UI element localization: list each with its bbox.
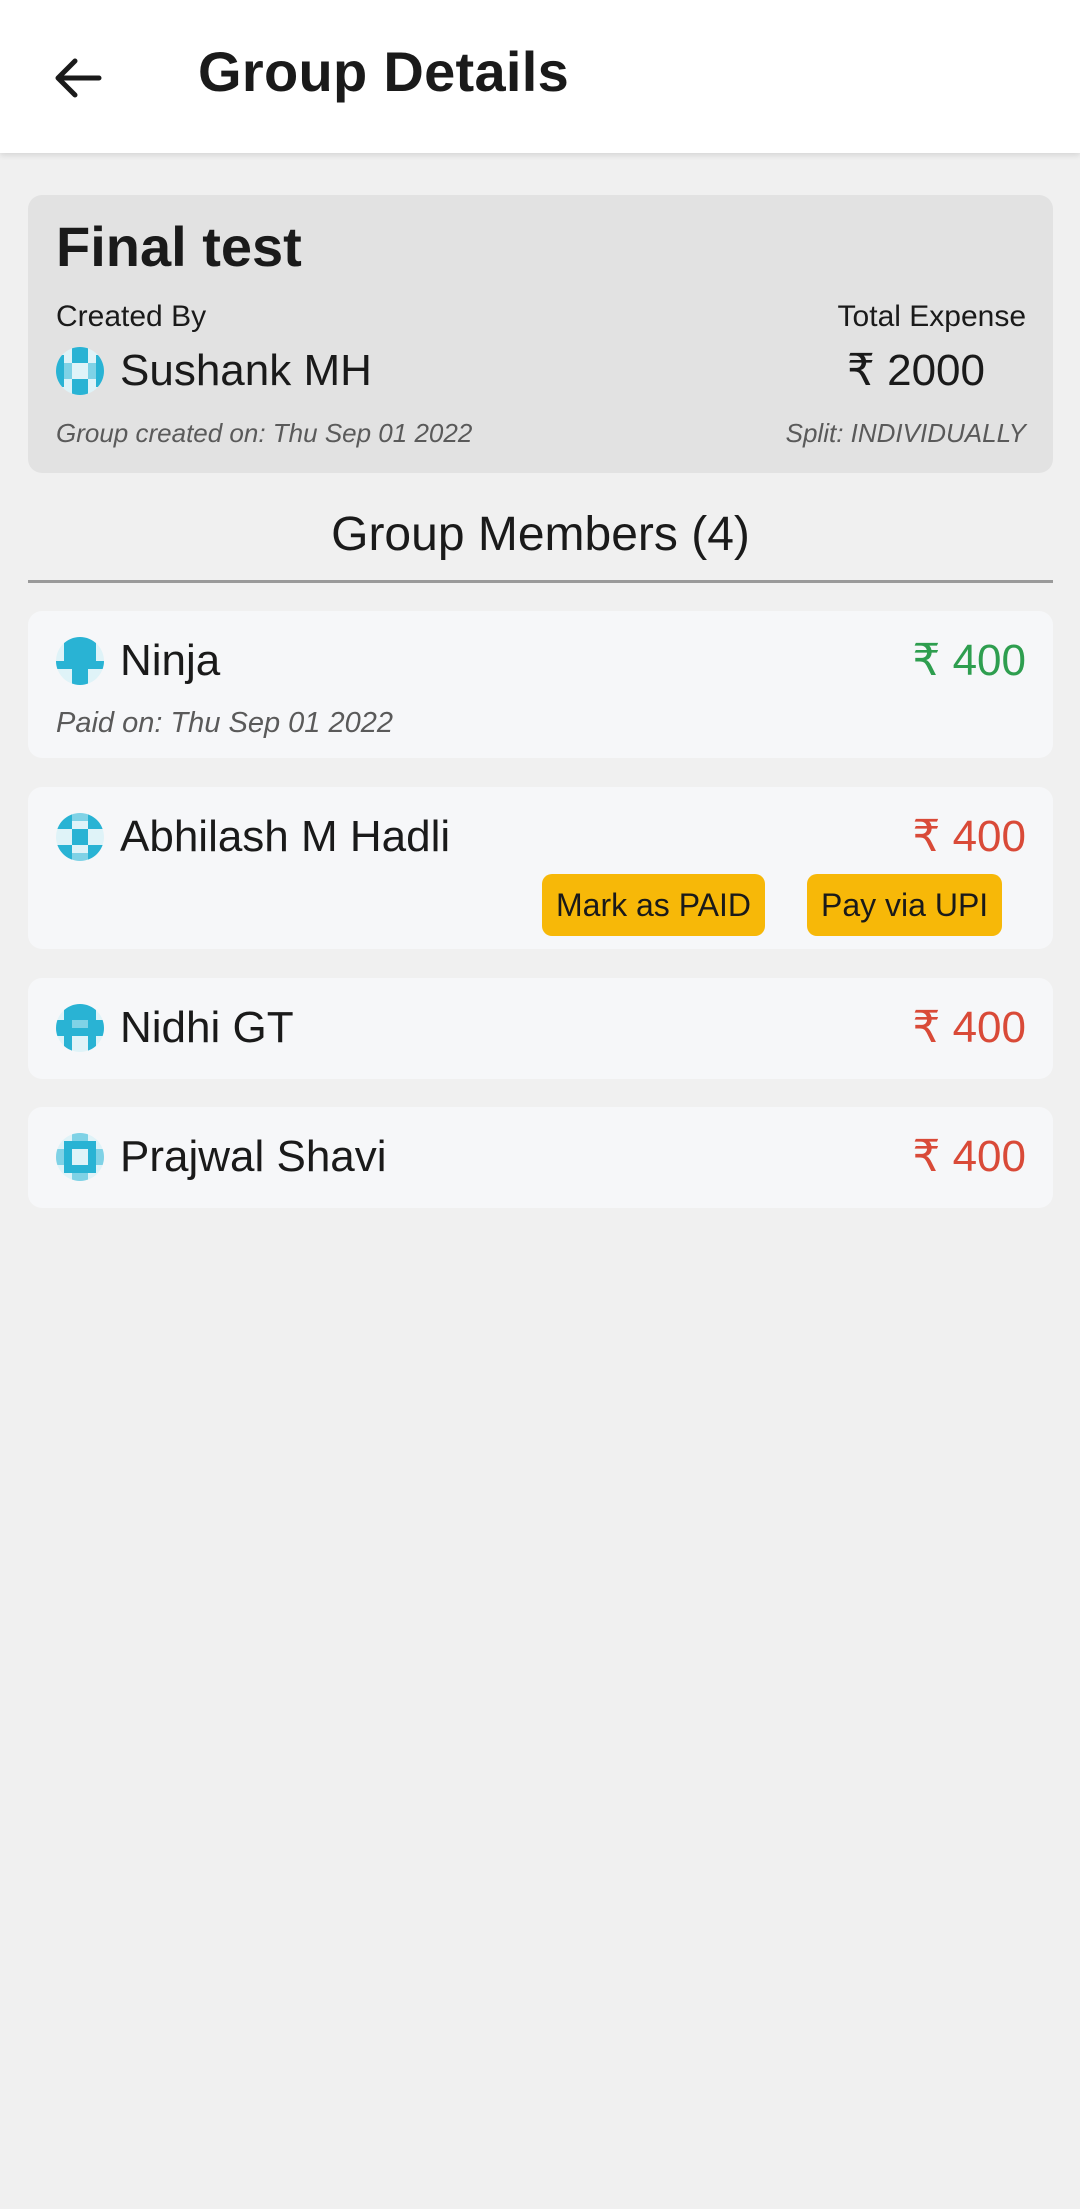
member-head: Abhilash M Hadli (56, 809, 450, 865)
member-head: Ninja (56, 633, 220, 689)
member-amount: ₹ 400 (912, 1003, 1026, 1052)
app-bar: Group Details (0, 0, 1080, 153)
paid-on-date: Paid on: Thu Sep 01 2022 (56, 707, 393, 739)
group-created-date: Group created on: Thu Sep 01 2022 (56, 418, 473, 448)
creator-name: Sushank MH (120, 346, 372, 395)
divider (28, 580, 1053, 583)
members-heading: Group Members (4) (331, 508, 750, 561)
avatar (56, 1133, 104, 1181)
member-amount: ₹ 400 (912, 1132, 1026, 1181)
page-title: Group Details (198, 40, 570, 103)
member-card: Ninja ₹ 400 Paid on: Thu Sep 01 2022 (28, 611, 1053, 758)
total-expense-amount: ₹ 2000 (846, 346, 985, 395)
member-name: Ninja (120, 636, 221, 685)
avatar (56, 1004, 104, 1052)
avatar (56, 813, 104, 861)
member-card: Nidhi GT ₹ 400 (28, 978, 1053, 1079)
pay-via-upi-button[interactable]: Pay via UPI (807, 874, 1003, 936)
back-button[interactable] (36, 36, 120, 120)
total-expense-label: Total Expense (837, 300, 1026, 333)
group-summary-card: Final test Created By Total Expense Sush… (28, 195, 1053, 473)
member-card: Abhilash M Hadli ₹ 400 Mark as PAID Pay … (28, 787, 1053, 949)
member-name: Prajwal Shavi (120, 1132, 387, 1181)
arrow-left-icon (55, 58, 102, 98)
member-card: Prajwal Shavi ₹ 400 (28, 1107, 1053, 1208)
member-amount: ₹ 400 (912, 636, 1026, 685)
avatar (56, 637, 104, 685)
created-by-label: Created By (56, 300, 207, 333)
member-amount: ₹ 400 (912, 812, 1026, 861)
member-name: Abhilash M Hadli (120, 812, 451, 861)
creator-row: Sushank MH (56, 345, 372, 397)
member-name: Nidhi GT (120, 1003, 294, 1052)
member-head: Nidhi GT (56, 1000, 294, 1056)
split-type: Split: INDIVIDUALLY (785, 418, 1026, 448)
group-name: Final test (56, 215, 302, 278)
mark-as-paid-button[interactable]: Mark as PAID (542, 874, 765, 936)
avatar (56, 347, 104, 395)
member-head: Prajwal Shavi (56, 1129, 387, 1185)
